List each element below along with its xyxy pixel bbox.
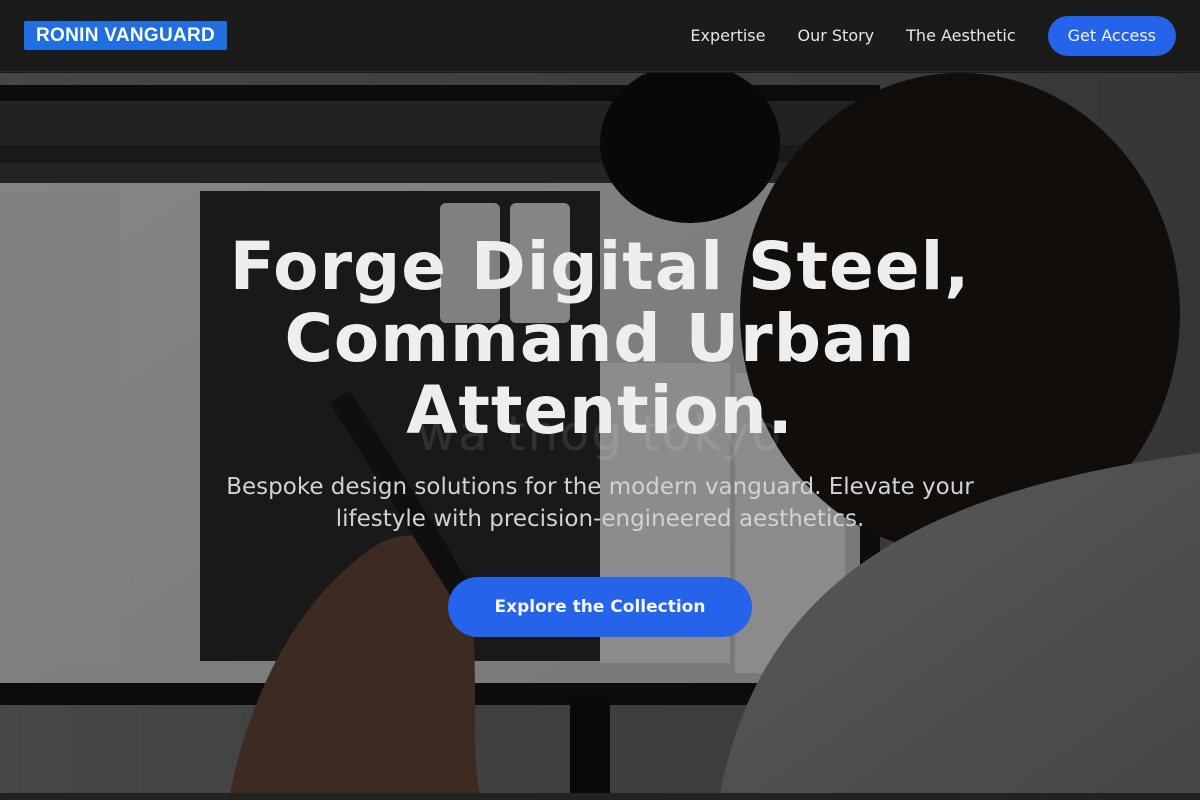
get-access-button[interactable]: Get Access [1047,15,1176,56]
hero-headline: Forge Digital Steel, Command Urban Atten… [229,228,971,449]
page-bottom-edge [0,793,1200,800]
hero-section: wa thog tokyo Forge Digital Steel, Comma… [0,73,1200,793]
brand-logo[interactable]: RONIN VANGUARD [24,21,228,50]
hero-content: Forge Digital Steel, Command Urban Atten… [0,231,1200,637]
nav-link-expertise[interactable]: Expertise [690,26,765,45]
main-nav: Expertise Our Story The Aesthetic Get Ac… [690,15,1176,56]
explore-collection-button[interactable]: Explore the Collection [448,577,752,637]
nav-link-the-aesthetic[interactable]: The Aesthetic [906,26,1015,45]
top-navigation-bar: RONIN VANGUARD Expertise Our Story The A… [0,0,1200,72]
nav-link-our-story[interactable]: Our Story [797,26,874,45]
hero-subheadline: Bespoke design solutions for the modern … [226,474,974,532]
